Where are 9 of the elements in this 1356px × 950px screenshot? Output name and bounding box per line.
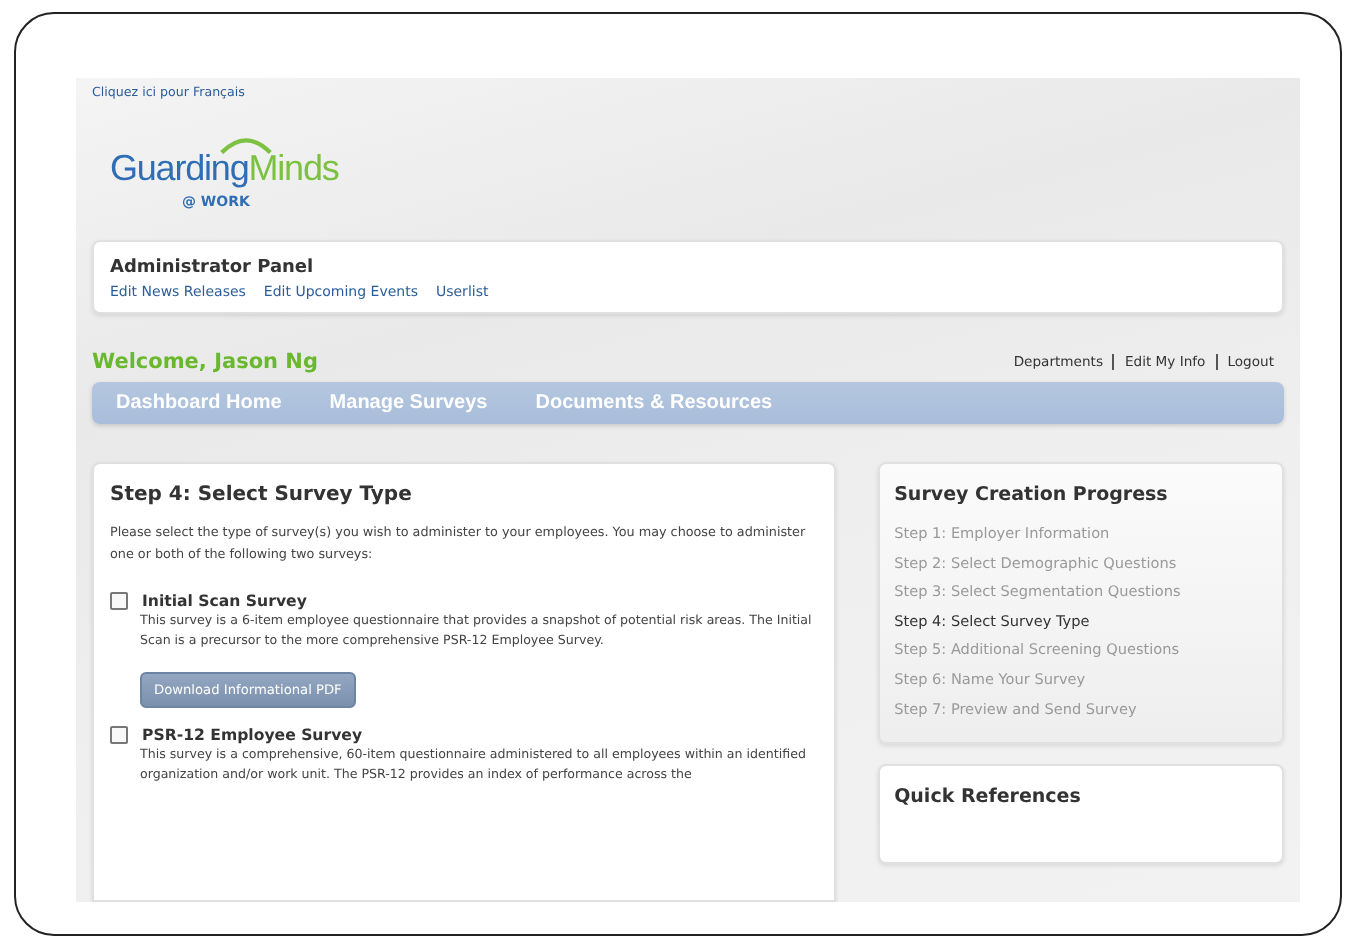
progress-title: Survey Creation Progress [894, 484, 1170, 506]
section-title: Step 4: Select Survey Type [110, 484, 414, 506]
arc-icon [216, 134, 276, 154]
logo-wordmark: GuardingMinds [110, 148, 339, 190]
checkbox[interactable] [110, 592, 128, 610]
checkbox[interactable] [110, 726, 128, 744]
welcome-text: Welcome, Jason Ng [92, 350, 318, 374]
quick-references-title: Quick References [894, 786, 1083, 809]
panel-title: Administrator Panel [110, 258, 316, 278]
